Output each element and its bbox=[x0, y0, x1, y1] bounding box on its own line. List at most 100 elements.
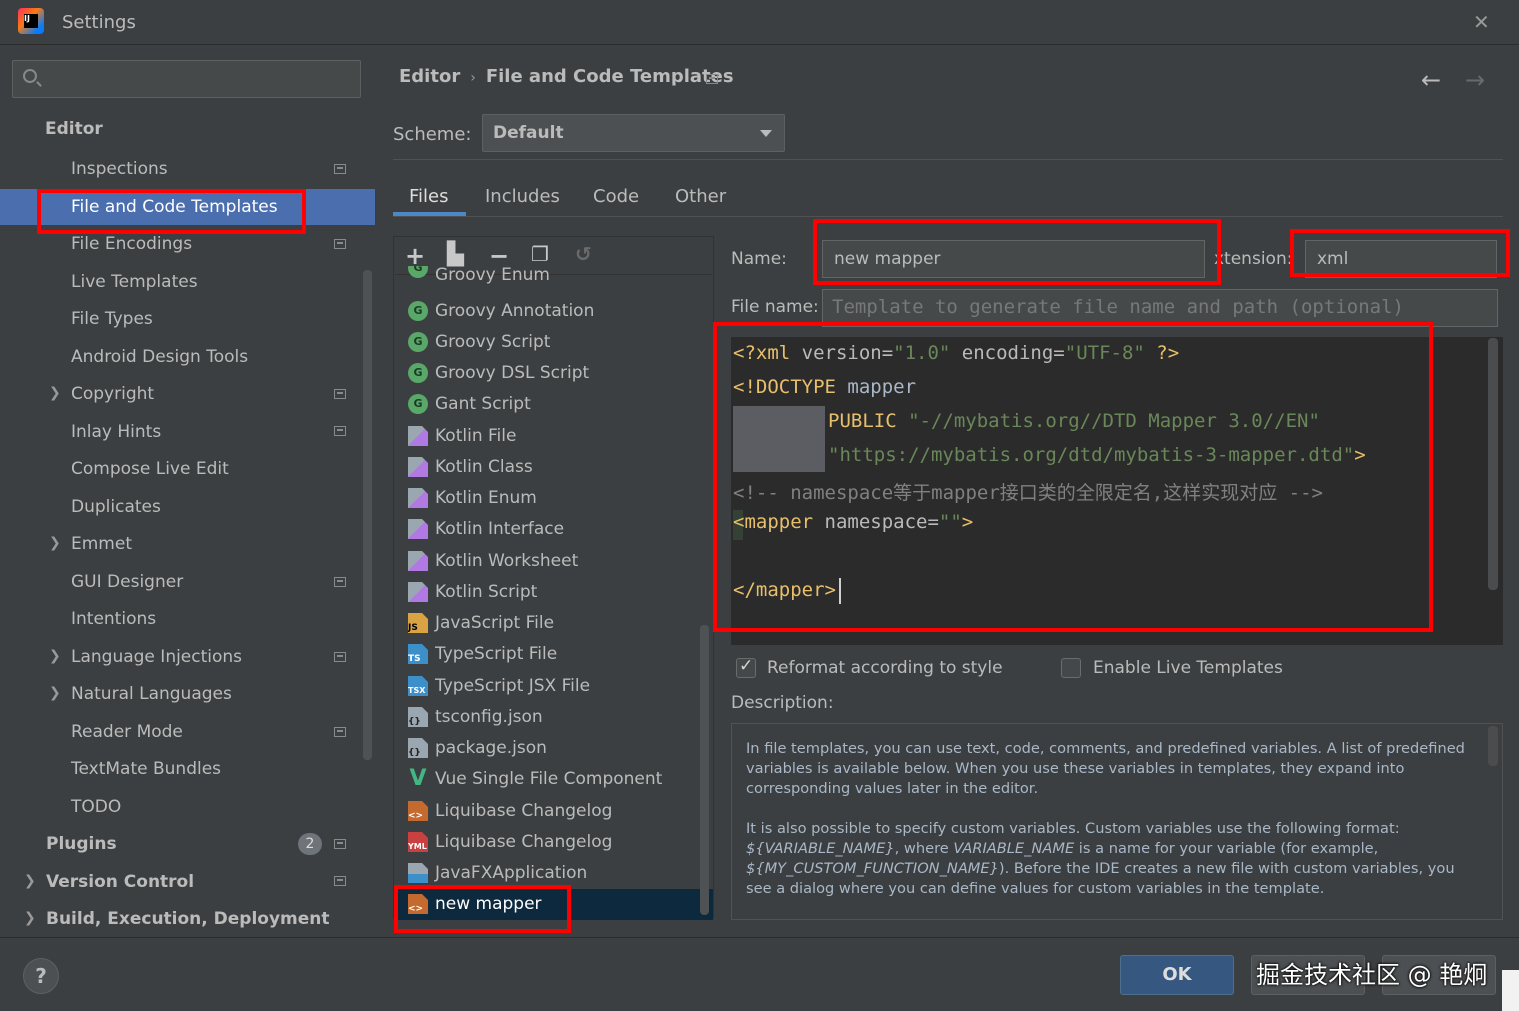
list-item[interactable]: TS TypeScript File bbox=[404, 639, 704, 670]
list-item[interactable]: <> Liquibase Changelog bbox=[404, 796, 704, 827]
sidebar-item-editor[interactable]: Editor bbox=[45, 111, 103, 147]
code-line: <mapper namespace=""> bbox=[733, 511, 974, 533]
list-item[interactable]: JavaFXApplication bbox=[404, 858, 704, 889]
list-item[interactable]: YML Liquibase Changelog bbox=[404, 827, 704, 858]
kotlin-file-icon bbox=[408, 582, 428, 602]
reset-icon[interactable]: ↺ bbox=[575, 242, 592, 266]
java-file-icon bbox=[408, 863, 428, 883]
sidebar-item-plugins[interactable]: Plugins bbox=[46, 826, 117, 862]
list-item[interactable]: Kotlin Class bbox=[404, 452, 704, 483]
sidebar-item-gui-designer[interactable]: GUI Designer bbox=[71, 564, 183, 600]
back-arrow-icon[interactable]: ← bbox=[1421, 66, 1441, 94]
sidebar-item-duplicates[interactable]: Duplicates bbox=[71, 489, 161, 525]
extension-label: xtension: bbox=[1214, 249, 1293, 269]
list-item[interactable]: {} tsconfig.json bbox=[404, 702, 704, 733]
text-caret bbox=[839, 578, 841, 604]
list-item[interactable]: G Gant Script bbox=[404, 389, 704, 420]
chevron-right-icon[interactable]: ❯ bbox=[24, 873, 36, 889]
ok-button[interactable]: OK bbox=[1120, 955, 1234, 995]
tab-other[interactable]: Other bbox=[675, 186, 726, 207]
file-name-input[interactable]: Template to generate file name and path … bbox=[822, 289, 1498, 327]
kotlin-file-icon bbox=[408, 457, 428, 477]
description-paragraph: It is also possible to specify custom va… bbox=[746, 820, 1455, 897]
sidebar-item-android-design-tools[interactable]: Android Design Tools bbox=[71, 339, 248, 375]
forward-arrow-icon[interactable]: → bbox=[1465, 66, 1485, 94]
sidebar-item-build-execution-deployment[interactable]: Build, Execution, Deployment bbox=[46, 901, 330, 937]
project-scope-icon bbox=[334, 426, 346, 436]
chevron-down-icon bbox=[760, 130, 772, 137]
chevron-right-icon[interactable]: ❯ bbox=[49, 648, 61, 664]
list-item[interactable]: Kotlin Worksheet bbox=[404, 546, 704, 577]
reformat-checkbox[interactable] bbox=[736, 656, 756, 678]
typescript-jsx-file-icon: TSX bbox=[408, 676, 428, 696]
name-label: Name: bbox=[731, 249, 787, 269]
list-item[interactable]: G Groovy DSL Script bbox=[404, 358, 704, 389]
sidebar-item-copyright[interactable]: Copyright bbox=[71, 376, 154, 412]
chevron-right-icon[interactable]: ❯ bbox=[24, 910, 36, 926]
sidebar-item-intentions[interactable]: Intentions bbox=[71, 601, 156, 637]
project-scope-icon bbox=[334, 876, 346, 886]
sidebar-scrollbar[interactable] bbox=[363, 270, 372, 760]
breadcrumb-parent[interactable]: Editor bbox=[399, 66, 460, 87]
groovy-icon: G bbox=[408, 332, 428, 352]
sidebar-item-file-types[interactable]: File Types bbox=[71, 301, 153, 337]
breadcrumb: Editor › File and Code Templates bbox=[399, 66, 734, 87]
editor-scrollbar[interactable] bbox=[1488, 338, 1498, 590]
template-list-scrollbar[interactable] bbox=[700, 625, 709, 915]
chevron-right-icon[interactable]: ❯ bbox=[49, 385, 61, 401]
list-item[interactable]: V Vue Single File Component bbox=[404, 764, 704, 795]
search-icon bbox=[23, 69, 37, 83]
vue-icon: V bbox=[409, 766, 427, 791]
chevron-right-icon[interactable]: ❯ bbox=[49, 685, 61, 701]
name-input[interactable]: new mapper bbox=[822, 240, 1205, 278]
tab-includes[interactable]: Includes bbox=[485, 186, 560, 207]
sidebar-item-compose-live-edit[interactable]: Compose Live Edit bbox=[71, 451, 229, 487]
list-item[interactable]: JS JavaScript File bbox=[404, 608, 704, 639]
list-item[interactable]: G Groovy Enum bbox=[404, 266, 704, 288]
window-title: Settings bbox=[62, 12, 136, 33]
list-item[interactable]: {} package.json bbox=[404, 733, 704, 764]
sidebar-item-inlay-hints[interactable]: Inlay Hints bbox=[71, 414, 161, 450]
sidebar-item-reader-mode[interactable]: Reader Mode bbox=[71, 714, 183, 750]
sidebar-item-emmet[interactable]: Emmet bbox=[71, 526, 132, 562]
sidebar-item-live-templates[interactable]: Live Templates bbox=[71, 264, 198, 300]
kotlin-file-icon bbox=[408, 488, 428, 508]
divider bbox=[0, 937, 1519, 938]
reformat-label[interactable]: Reformat according to style bbox=[767, 658, 1003, 678]
intellij-logo-icon: IJ bbox=[18, 8, 44, 34]
sidebar-item-version-control[interactable]: Version Control bbox=[46, 864, 194, 900]
sidebar-item-file-and-code-templates[interactable]: File and Code Templates bbox=[0, 189, 375, 225]
list-item-new-mapper[interactable]: <> new mapper bbox=[397, 889, 713, 920]
sidebar-item-inspections[interactable]: Inspections bbox=[71, 151, 168, 187]
extension-input[interactable]: xml bbox=[1305, 240, 1497, 278]
close-icon[interactable]: ✕ bbox=[1473, 10, 1490, 34]
list-item[interactable]: G Groovy Annotation bbox=[404, 296, 704, 327]
description-scrollbar[interactable] bbox=[1488, 726, 1498, 766]
tab-files[interactable]: Files bbox=[409, 186, 449, 207]
list-item[interactable]: G Groovy Script bbox=[404, 327, 704, 358]
sidebar-item-textmate-bundles[interactable]: TextMate Bundles bbox=[71, 751, 221, 787]
sidebar-item-natural-languages[interactable]: Natural Languages bbox=[71, 676, 232, 712]
typescript-file-icon: TS bbox=[408, 644, 428, 664]
list-item[interactable]: Kotlin File bbox=[404, 421, 704, 452]
sidebar-item-file-encodings[interactable]: File Encodings bbox=[71, 226, 192, 262]
list-item[interactable]: Kotlin Script bbox=[404, 577, 704, 608]
divider bbox=[393, 159, 1503, 160]
groovy-icon: G bbox=[408, 363, 428, 383]
project-scope-icon bbox=[334, 652, 346, 662]
copy-icon[interactable]: ❐ bbox=[531, 242, 549, 266]
help-button[interactable]: ? bbox=[23, 958, 59, 994]
scheme-select[interactable]: Default bbox=[482, 114, 785, 152]
enable-live-templates-checkbox[interactable] bbox=[1061, 658, 1081, 678]
list-item[interactable]: TSX TypeScript JSX File bbox=[404, 671, 704, 702]
create-child-template-icon[interactable]: ▙ bbox=[447, 242, 464, 267]
list-item[interactable]: Kotlin Enum bbox=[404, 483, 704, 514]
kotlin-file-icon bbox=[408, 426, 428, 446]
list-item[interactable]: Kotlin Interface bbox=[404, 514, 704, 545]
chevron-right-icon[interactable]: ❯ bbox=[49, 535, 61, 551]
enable-live-templates-label[interactable]: Enable Live Templates bbox=[1093, 658, 1283, 678]
sidebar-item-todo[interactable]: TODO bbox=[71, 789, 121, 825]
sidebar-item-language-injections[interactable]: Language Injections bbox=[71, 639, 242, 675]
tab-code[interactable]: Code bbox=[593, 186, 639, 207]
settings-search-input[interactable] bbox=[12, 60, 361, 98]
